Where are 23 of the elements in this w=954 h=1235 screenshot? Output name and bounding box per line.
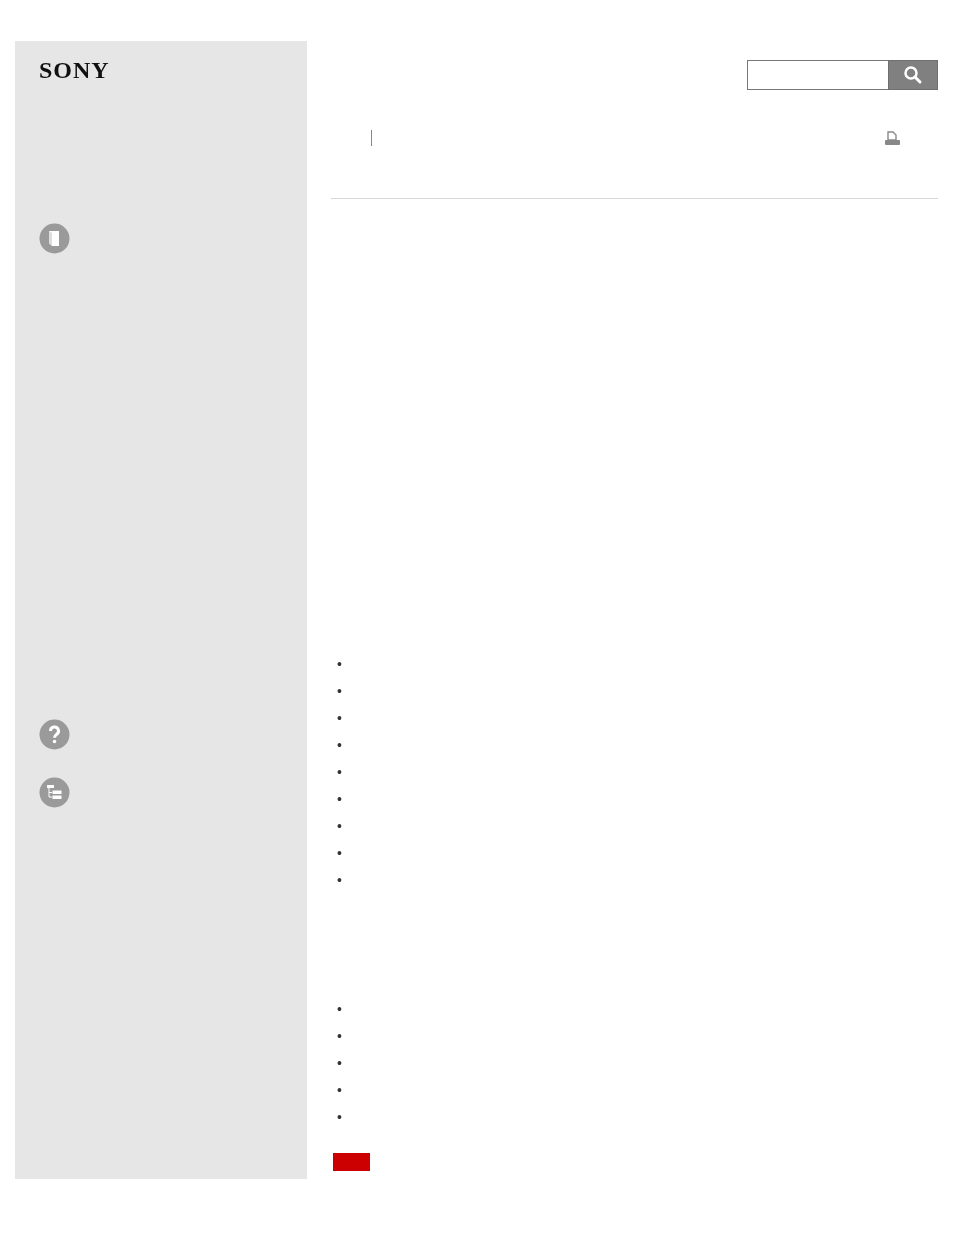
- book-icon[interactable]: [39, 223, 70, 254]
- logo[interactable]: SONY: [39, 59, 110, 81]
- bullet: •: [337, 656, 342, 671]
- bullet: •: [337, 1028, 342, 1043]
- help-icon[interactable]: [39, 719, 70, 750]
- tree-icon[interactable]: [39, 777, 70, 808]
- print-icon[interactable]: [884, 130, 901, 146]
- bullet: •: [337, 737, 342, 752]
- bullet: •: [337, 1055, 342, 1070]
- search-icon: [903, 65, 923, 85]
- bullet: •: [337, 818, 342, 833]
- bullet: •: [337, 1109, 342, 1124]
- bullet: •: [337, 764, 342, 779]
- bullet: •: [337, 791, 342, 806]
- search-button[interactable]: [888, 60, 938, 90]
- bullet: •: [337, 1001, 342, 1016]
- bullet: •: [337, 710, 342, 725]
- bullet: •: [337, 845, 342, 860]
- accent-block: [333, 1153, 370, 1171]
- search-field[interactable]: [747, 60, 888, 90]
- bullet: •: [337, 872, 342, 887]
- bullet: •: [337, 683, 342, 698]
- bullet: •: [337, 1082, 342, 1097]
